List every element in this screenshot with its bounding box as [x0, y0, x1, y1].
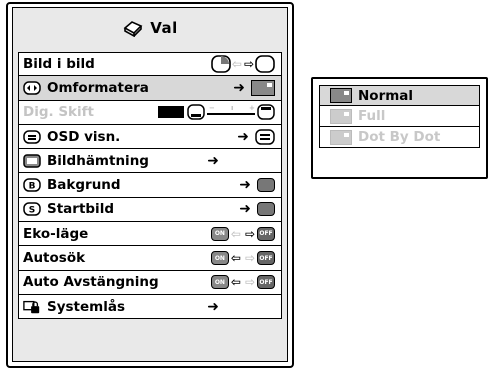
arrow-icon: ➜: [207, 152, 219, 169]
right-arrow-icon: ⇨: [243, 57, 254, 72]
full-mode-icon: [330, 108, 352, 124]
system-lock-icon: [23, 300, 41, 314]
off-icon: OFF: [257, 275, 275, 290]
screen-mode-icon: [251, 79, 275, 96]
background-b-icon: B: [23, 178, 41, 192]
capture-icon: [23, 154, 41, 168]
startup-value: ➜: [239, 198, 275, 221]
eco-toggle[interactable]: ON ⇦ ⇨ OFF: [210, 222, 275, 245]
right-arrow-icon: ⇨: [244, 251, 255, 266]
pip-toggle[interactable]: ⇦ ⇨: [211, 53, 275, 75]
menu-item-dig-skift: Dig. Skift − ı +: [18, 100, 282, 125]
off-icon: OFF: [257, 226, 275, 241]
settings-menu-panel: Val Bild i bild ⇦ ⇨ Omformatera ➜ Dig. S…: [6, 2, 294, 368]
menu-item-bildhamtning[interactable]: Bildhämtning ➜: [18, 149, 282, 174]
menu-item-startbild[interactable]: S Startbild ➜: [18, 197, 282, 223]
submenu-option-full: Full: [319, 106, 480, 127]
left-arrow-icon: ⇦: [231, 57, 242, 72]
right-arrow-icon: ⇨: [244, 275, 255, 290]
left-arrow-icon: ⇦: [230, 275, 241, 290]
submenu-option-label: Dot By Dot: [358, 129, 441, 145]
menu-item-systemlas[interactable]: Systemlås ➜: [18, 294, 282, 320]
auto-power-off-toggle[interactable]: ON ⇦ ⇨ OFF: [210, 271, 275, 294]
svg-text:−: −: [209, 104, 215, 112]
menu-item-label: Systemlås: [47, 298, 126, 315]
resize-value: ➜: [233, 76, 275, 99]
menu-item-auto-avstangning[interactable]: Auto Avstängning ON ⇦ ⇨ OFF: [18, 270, 282, 295]
submenu-option-dot-by-dot: Dot By Dot: [319, 127, 480, 148]
left-arrow-icon: ⇦: [230, 251, 241, 266]
normal-mode-icon: [330, 88, 352, 103]
menu-item-label: Startbild: [47, 201, 114, 218]
menu-item-label: OSD visn.: [47, 128, 121, 145]
system-lock-action: ➜: [207, 295, 225, 318]
menu-item-eko-lage[interactable]: Eko-läge ON ⇦ ⇨ OFF: [18, 222, 282, 247]
off-icon: OFF: [257, 251, 275, 266]
autosearch-toggle[interactable]: ON ⇦ ⇨ OFF: [210, 246, 275, 269]
svg-text:ı: ı: [231, 104, 233, 112]
pip-on-icon: [211, 55, 231, 73]
plus-screen-icon: [257, 104, 275, 120]
menu-title: Val: [13, 14, 287, 42]
dig-skift-slider: − ı +: [158, 101, 275, 124]
startup-s-icon: S: [23, 202, 41, 217]
right-arrow-icon: ⇨: [244, 226, 255, 241]
submenu-option-label: Normal: [358, 87, 414, 104]
menu-rows: Bild i bild ⇦ ⇨ Omformatera ➜ Dig. Skift…: [18, 52, 282, 320]
startup-value-icon: [257, 202, 275, 217]
left-arrow-icon: ⇦: [230, 226, 241, 241]
arrow-icon: ➜: [233, 79, 245, 96]
options-icon: [123, 21, 143, 37]
on-icon: ON: [210, 251, 229, 266]
resize-submenu-list: Normal Full Dot By Dot: [319, 85, 480, 171]
minus-screen-icon: [187, 104, 205, 120]
svg-text:B: B: [29, 182, 36, 192]
menu-item-autosok[interactable]: Autosök ON ⇦ ⇨ OFF: [18, 246, 282, 271]
menu-item-omformatera[interactable]: Omformatera ➜: [18, 76, 282, 101]
dot-by-dot-mode-icon: [330, 129, 352, 145]
capture-action: ➜: [207, 149, 225, 172]
submenu-option-normal[interactable]: Normal: [319, 85, 480, 106]
on-icon: ON: [210, 226, 229, 241]
background-value: ➜: [239, 173, 275, 196]
resize-submenu: Normal Full Dot By Dot: [311, 77, 488, 179]
menu-item-bakgrund[interactable]: B Bakgrund ➜: [18, 173, 282, 198]
menu-item-bild-i-bild[interactable]: Bild i bild ⇦ ⇨: [18, 52, 282, 77]
arrow-icon: ➜: [239, 177, 251, 194]
osd-icon: [23, 129, 41, 144]
shift-slider-icon: − ı +: [207, 104, 255, 116]
background-value-icon: [257, 178, 275, 193]
menu-title-text: Val: [150, 19, 178, 37]
on-icon: ON: [210, 275, 229, 290]
menu-item-label: Omformatera: [47, 79, 149, 96]
menu-item-label: Bild i bild: [23, 56, 95, 73]
arrow-icon: ➜: [239, 201, 251, 218]
settings-menu-inner: Val Bild i bild ⇦ ⇨ Omformatera ➜ Dig. S…: [12, 7, 288, 362]
menu-item-label: Dig. Skift: [23, 104, 94, 121]
svg-text:S: S: [29, 206, 35, 216]
menu-item-label: Bakgrund: [47, 177, 121, 194]
osd-value-icon: [255, 128, 275, 145]
submenu-option-label: Full: [358, 108, 386, 124]
osd-value: ➜: [237, 125, 275, 148]
menu-item-label: Eko-läge: [23, 225, 89, 242]
pip-off-icon: [255, 55, 275, 73]
resize-icon: [23, 81, 41, 95]
menu-item-label: Bildhämtning: [47, 152, 149, 169]
menu-item-label: Auto Avstängning: [23, 274, 159, 291]
arrow-icon: ➜: [237, 128, 249, 145]
menu-item-osd-visn[interactable]: OSD visn. ➜: [18, 124, 282, 150]
black-bar-icon: [158, 106, 184, 119]
arrow-icon: ➜: [207, 298, 219, 315]
menu-item-label: Autosök: [23, 250, 86, 267]
svg-text:+: +: [249, 104, 255, 112]
